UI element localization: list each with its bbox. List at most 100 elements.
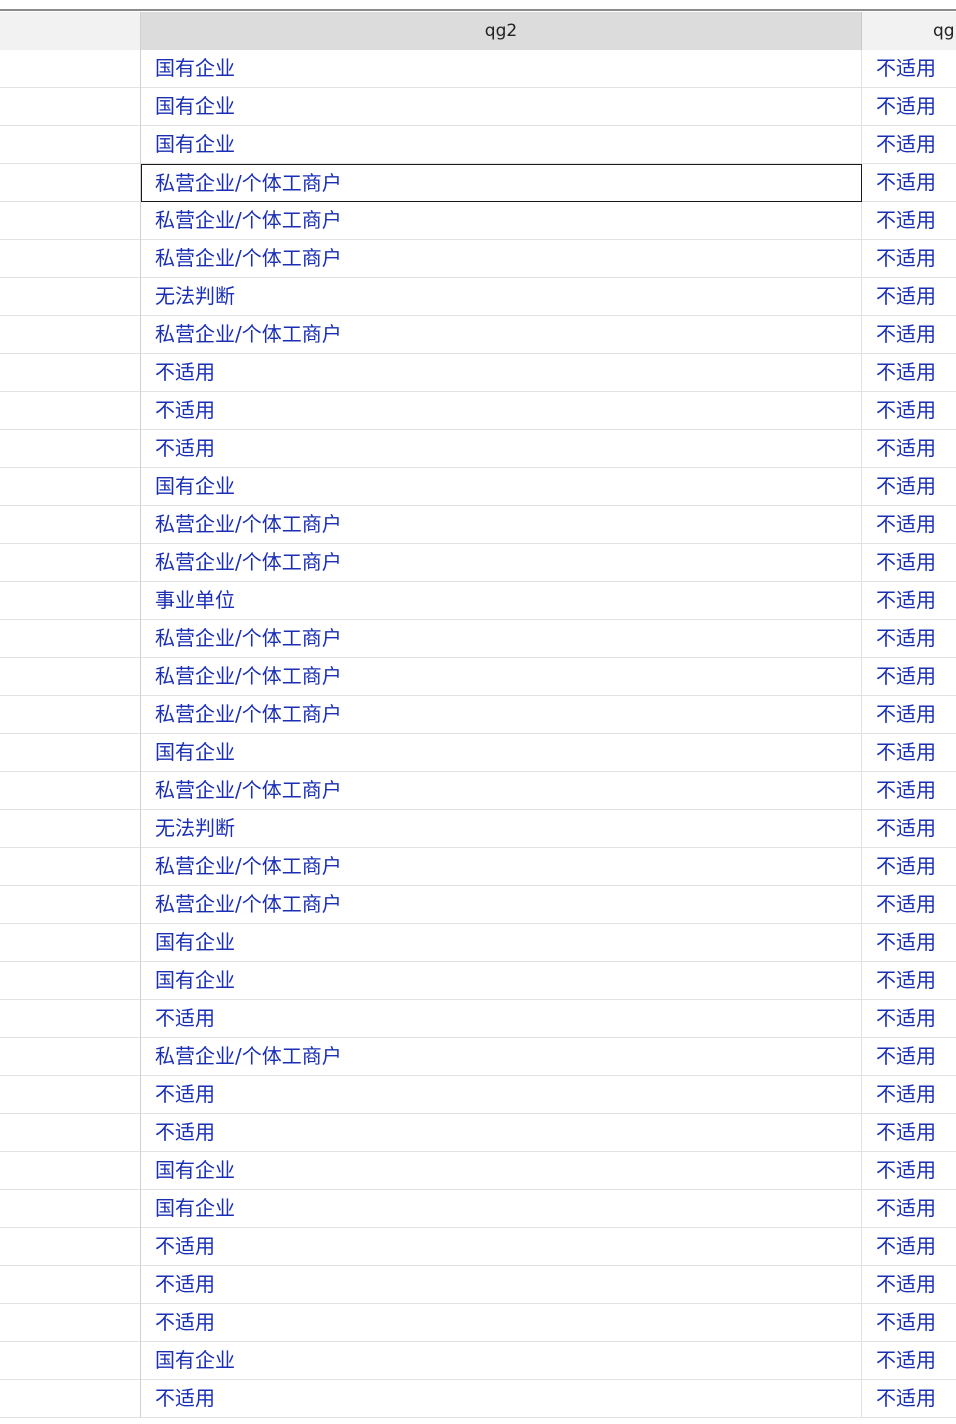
- qg2-cell[interactable]: 不适用: [141, 354, 862, 392]
- prev-column-cell[interactable]: [0, 1076, 141, 1114]
- prev-column-cell[interactable]: [0, 240, 141, 278]
- prev-column-cell[interactable]: [0, 1038, 141, 1076]
- qg-cell[interactable]: 不适用: [862, 316, 956, 354]
- qg-cell[interactable]: 不适用: [862, 734, 956, 772]
- table-row[interactable]: 不适用 不适用: [0, 1380, 956, 1418]
- qg2-cell[interactable]: 国有企业: [141, 126, 862, 164]
- table-row[interactable]: 国有企业 不适用: [0, 1152, 956, 1190]
- prev-column-cell[interactable]: [0, 506, 141, 544]
- prev-column-cell[interactable]: [0, 1114, 141, 1152]
- prev-column-cell[interactable]: [0, 772, 141, 810]
- prev-column-cell[interactable]: [0, 126, 141, 164]
- qg-cell[interactable]: 不适用: [862, 240, 956, 278]
- prev-column-cell[interactable]: [0, 1380, 141, 1418]
- table-row[interactable]: 无法判断 不适用: [0, 278, 956, 316]
- qg2-cell[interactable]: 国有企业: [141, 1152, 862, 1190]
- qg-cell[interactable]: 不适用: [862, 506, 956, 544]
- qg2-cell[interactable]: 不适用: [141, 1266, 862, 1304]
- qg2-cell[interactable]: 不适用: [141, 1000, 862, 1038]
- qg2-cell[interactable]: 私营企业/个体工商户: [141, 696, 862, 734]
- qg-cell[interactable]: 不适用: [862, 354, 956, 392]
- qg-cell[interactable]: 不适用: [862, 1380, 956, 1418]
- prev-column-cell[interactable]: [0, 544, 141, 582]
- qg-cell[interactable]: 不适用: [862, 1076, 956, 1114]
- table-row[interactable]: 无法判断 不适用: [0, 810, 956, 848]
- qg-cell[interactable]: 不适用: [862, 1038, 956, 1076]
- prev-column-cell[interactable]: [0, 164, 141, 202]
- qg2-cell[interactable]: 私营企业/个体工商户: [141, 620, 862, 658]
- qg2-cell[interactable]: 国有企业: [141, 1342, 862, 1380]
- table-row[interactable]: 私营企业/个体工商户 不适用: [0, 696, 956, 734]
- prev-column-cell[interactable]: [0, 962, 141, 1000]
- table-row[interactable]: 国有企业 不适用: [0, 1342, 956, 1380]
- column-header-qg2[interactable]: qg2: [141, 12, 862, 50]
- qg2-cell[interactable]: 无法判断: [141, 810, 862, 848]
- qg2-cell[interactable]: 国有企业: [141, 88, 862, 126]
- prev-column-cell[interactable]: [0, 734, 141, 772]
- qg-cell[interactable]: 不适用: [862, 164, 956, 202]
- qg2-cell-selected[interactable]: 私营企业/个体工商户: [141, 164, 862, 202]
- prev-column-cell[interactable]: [0, 278, 141, 316]
- prev-column-cell[interactable]: [0, 924, 141, 962]
- qg2-cell[interactable]: 不适用: [141, 1114, 862, 1152]
- table-row[interactable]: 国有企业 不适用: [0, 126, 956, 164]
- qg2-cell[interactable]: 不适用: [141, 430, 862, 468]
- prev-column-cell[interactable]: [0, 620, 141, 658]
- table-row[interactable]: 国有企业 不适用: [0, 1190, 956, 1228]
- table-row[interactable]: 国有企业 不适用: [0, 962, 956, 1000]
- qg2-cell[interactable]: 国有企业: [141, 50, 862, 88]
- table-row[interactable]: 国有企业 不适用: [0, 88, 956, 126]
- qg-cell[interactable]: 不适用: [862, 1152, 956, 1190]
- qg-cell[interactable]: 不适用: [862, 50, 956, 88]
- prev-column-cell[interactable]: [0, 810, 141, 848]
- qg2-cell[interactable]: 国有企业: [141, 734, 862, 772]
- table-row[interactable]: 私营企业/个体工商户 不适用: [0, 202, 956, 240]
- qg-cell[interactable]: 不适用: [862, 202, 956, 240]
- prev-column-cell[interactable]: [0, 430, 141, 468]
- table-row[interactable]: 事业单位 不适用: [0, 582, 956, 620]
- prev-column-cell[interactable]: [0, 1304, 141, 1342]
- qg-cell[interactable]: 不适用: [862, 582, 956, 620]
- qg2-cell[interactable]: 私营企业/个体工商户: [141, 772, 862, 810]
- qg-cell[interactable]: 不适用: [862, 696, 956, 734]
- table-row[interactable]: 私营企业/个体工商户 不适用: [0, 658, 956, 696]
- qg2-cell[interactable]: 私营企业/个体工商户: [141, 658, 862, 696]
- qg-cell[interactable]: 不适用: [862, 278, 956, 316]
- qg2-cell[interactable]: 国有企业: [141, 962, 862, 1000]
- prev-column-cell[interactable]: [0, 1228, 141, 1266]
- qg2-cell[interactable]: 不适用: [141, 1228, 862, 1266]
- prev-column-cell[interactable]: [0, 886, 141, 924]
- prev-column-cell[interactable]: [0, 1190, 141, 1228]
- table-row[interactable]: 私营企业/个体工商户 不适用: [0, 316, 956, 354]
- qg-cell[interactable]: 不适用: [862, 1342, 956, 1380]
- prev-column-cell[interactable]: [0, 848, 141, 886]
- qg2-cell[interactable]: 国有企业: [141, 468, 862, 506]
- qg-cell[interactable]: 不适用: [862, 772, 956, 810]
- qg2-cell[interactable]: 无法判断: [141, 278, 862, 316]
- qg2-cell[interactable]: 私营企业/个体工商户: [141, 202, 862, 240]
- qg2-cell[interactable]: 不适用: [141, 1380, 862, 1418]
- qg-cell[interactable]: 不适用: [862, 886, 956, 924]
- qg-cell[interactable]: 不适用: [862, 848, 956, 886]
- qg2-cell[interactable]: 不适用: [141, 1304, 862, 1342]
- table-row[interactable]: 不适用 不适用: [0, 392, 956, 430]
- qg2-cell[interactable]: 私营企业/个体工商户: [141, 1038, 862, 1076]
- qg2-cell[interactable]: 不适用: [141, 392, 862, 430]
- prev-column-cell[interactable]: [0, 1000, 141, 1038]
- qg-cell[interactable]: 不适用: [862, 88, 956, 126]
- prev-column-cell[interactable]: [0, 658, 141, 696]
- qg-cell[interactable]: 不适用: [862, 1190, 956, 1228]
- prev-column-cell[interactable]: [0, 50, 141, 88]
- qg-cell[interactable]: 不适用: [862, 1114, 956, 1152]
- table-row[interactable]: 私营企业/个体工商户 不适用: [0, 506, 956, 544]
- table-row[interactable]: 国有企业 不适用: [0, 468, 956, 506]
- qg-cell[interactable]: 不适用: [862, 1000, 956, 1038]
- qg2-cell[interactable]: 不适用: [141, 1076, 862, 1114]
- table-row[interactable]: 私营企业/个体工商户 不适用: [0, 772, 956, 810]
- prev-column-cell[interactable]: [0, 468, 141, 506]
- table-row[interactable]: 私营企业/个体工商户 不适用: [0, 164, 956, 202]
- qg2-cell[interactable]: 国有企业: [141, 924, 862, 962]
- qg-cell[interactable]: 不适用: [862, 544, 956, 582]
- qg-cell[interactable]: 不适用: [862, 1266, 956, 1304]
- qg-cell[interactable]: 不适用: [862, 810, 956, 848]
